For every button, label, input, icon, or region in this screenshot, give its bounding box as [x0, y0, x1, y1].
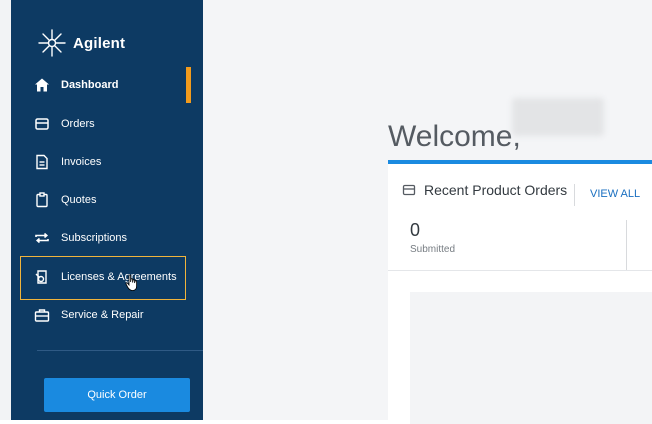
- sidebar-item-label: Licenses & Agreements: [61, 271, 177, 283]
- clipboard-icon: [33, 191, 51, 209]
- brand-logo[interactable]: Agilent: [37, 28, 125, 58]
- sidebar-item-subscriptions[interactable]: Subscriptions: [11, 220, 203, 256]
- home-icon: [33, 76, 51, 94]
- view-all-link[interactable]: VIEW ALL: [590, 188, 640, 200]
- sidebar-item-label: Invoices: [61, 156, 102, 168]
- hand-cursor-icon: [125, 274, 137, 291]
- license-icon: [33, 268, 51, 286]
- card-title: Recent Product Orders: [424, 182, 568, 198]
- header-separator: [574, 184, 575, 206]
- sidebar-item-label: Service & Repair: [61, 309, 144, 321]
- sidebar-item-label: Subscriptions: [61, 232, 128, 244]
- sidebar-item-invoices[interactable]: Invoices: [11, 144, 203, 180]
- sidebar-item-service-repair[interactable]: Service & Repair: [11, 297, 203, 333]
- recent-product-orders-card: Recent Product Orders VIEW ALL 0 Submitt…: [388, 160, 652, 424]
- agilent-spark-icon: [38, 29, 66, 57]
- submitted-label: Submitted: [410, 244, 456, 255]
- sidebar: Agilent Dashboard Orders Invoices Quotes…: [11, 0, 211, 420]
- submitted-count[interactable]: 0: [410, 220, 420, 241]
- sidebar-item-quotes[interactable]: Quotes: [11, 182, 203, 218]
- stat-divider: [626, 220, 627, 270]
- document-icon: [33, 153, 51, 171]
- sidebar-item-label: Dashboard: [61, 79, 119, 91]
- box-icon: [33, 115, 51, 133]
- active-indicator: [186, 67, 191, 103]
- sidebar-divider: [37, 350, 211, 351]
- sidebar-item-orders[interactable]: Orders: [11, 106, 203, 142]
- user-name-redacted: [512, 98, 604, 136]
- sidebar-item-licenses-agreements[interactable]: Licenses & Agreements: [11, 259, 203, 295]
- card-header: Recent Product Orders: [402, 182, 567, 198]
- window-edge: [0, 0, 11, 420]
- sidebar-item-label: Orders: [61, 118, 95, 130]
- quick-order-button[interactable]: Quick Order: [44, 378, 190, 412]
- repeat-icon: [33, 229, 51, 247]
- brand-name: Agilent: [73, 34, 126, 52]
- sidebar-item-label: Quotes: [61, 194, 97, 206]
- box-icon: [402, 184, 416, 196]
- sidebar-item-dashboard[interactable]: Dashboard: [11, 67, 203, 103]
- card-divider: [388, 270, 652, 271]
- welcome-heading: Welcome,: [388, 120, 521, 154]
- toolbox-icon: [33, 306, 51, 324]
- card-body-placeholder: [410, 292, 652, 424]
